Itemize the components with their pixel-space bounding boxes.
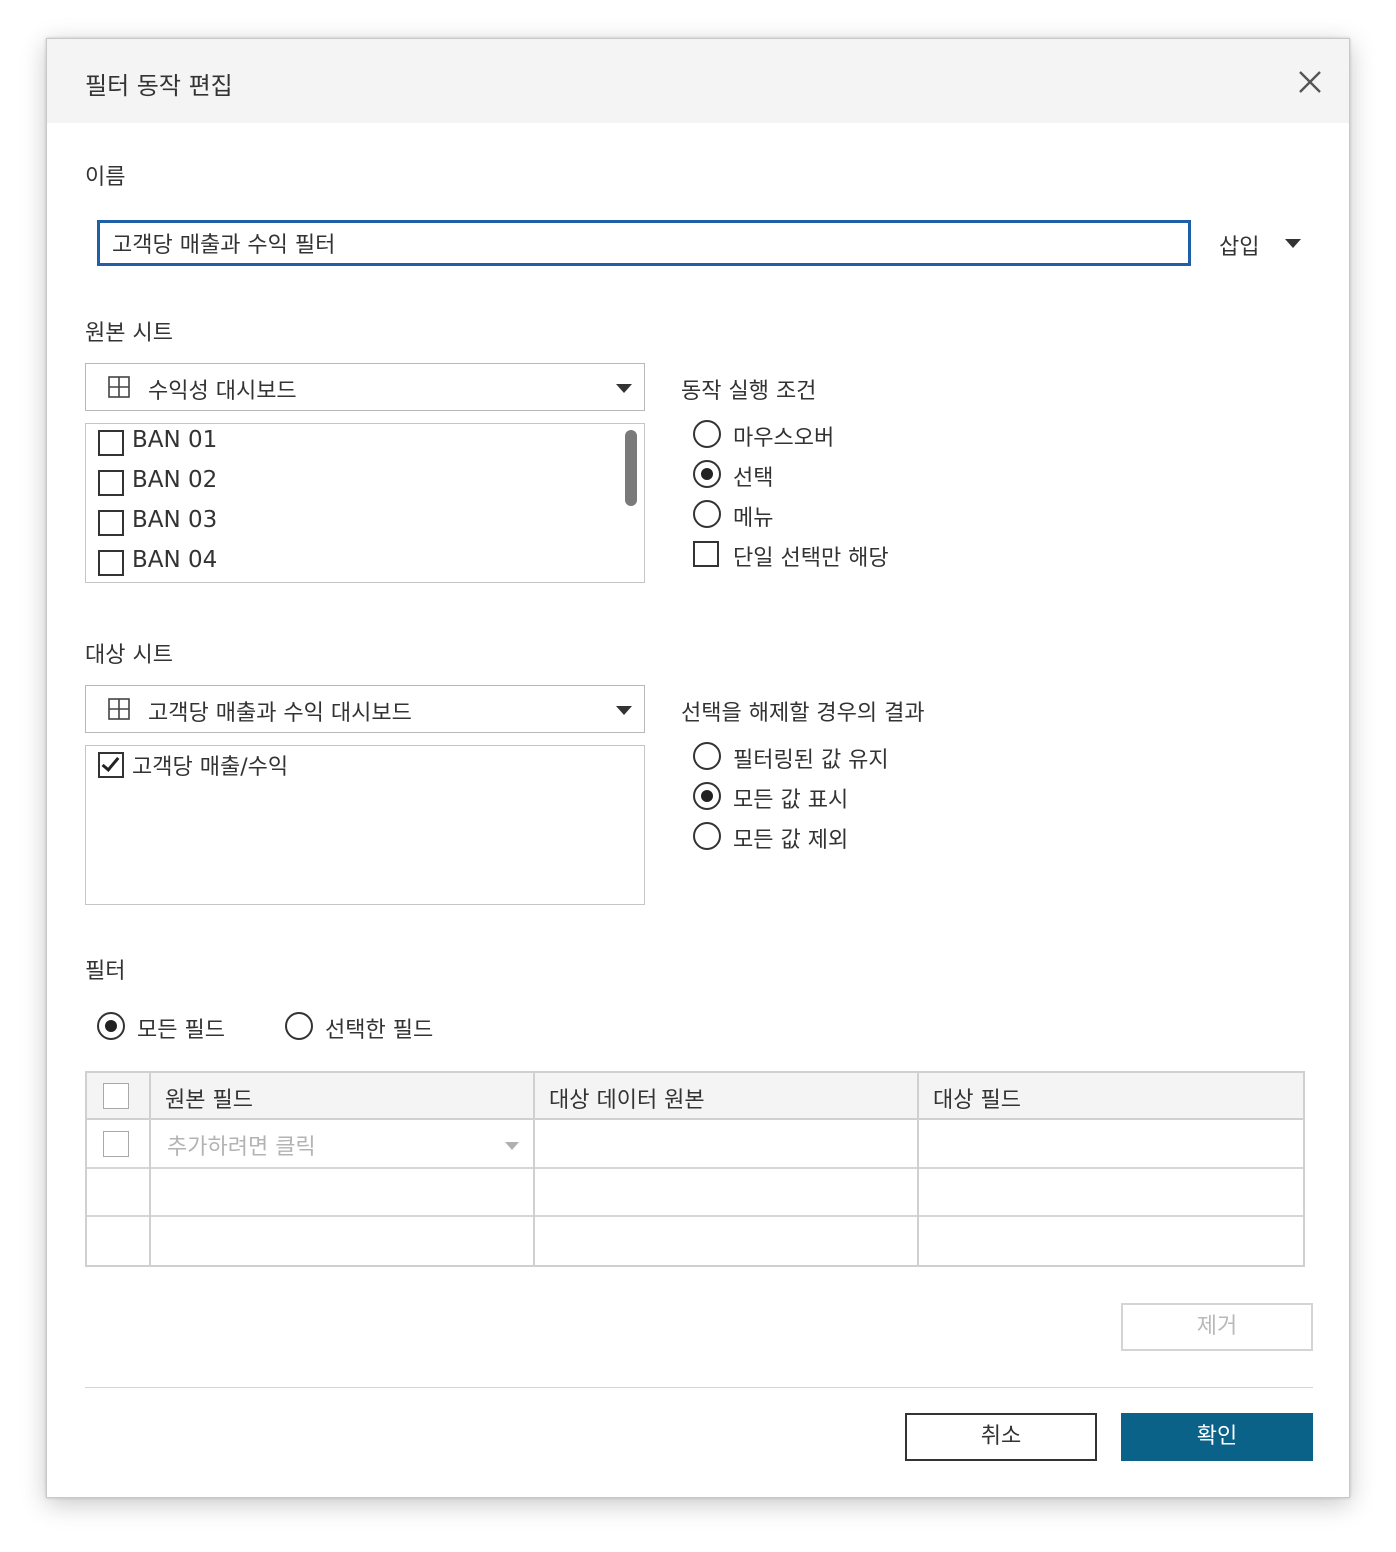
radio-label: 필터링된 값 유지 [733,748,889,773]
radio-label: 마우스오버 [733,426,835,451]
radio-label: 모든 값 표시 [733,788,849,813]
radio-label: 선택 [733,466,774,491]
single-select-checkbox[interactable] [693,541,719,567]
dashboard-grid-icon [108,376,130,398]
remove-button[interactable]: 제거 [1121,1303,1313,1351]
target-sheet-select[interactable]: 고객당 매출과 수익 대시보드 [85,685,645,733]
radio-button[interactable] [693,460,721,488]
dialog-header: 필터 동작 편집 [47,39,1349,123]
close-button[interactable] [1295,67,1325,97]
name-label: 이름 [85,165,126,190]
ok-button[interactable]: 확인 [1121,1413,1313,1461]
target-sheet-selected: 고객당 매출과 수익 대시보드 [148,701,412,726]
sheet-label: BAN 02 [132,467,218,493]
dialog-title: 필터 동작 편집 [85,72,233,100]
dashboard-grid-icon [108,698,130,720]
cancel-button[interactable]: 취소 [905,1413,1097,1461]
insert-label: 삽입 [1219,235,1260,260]
scrollbar-thumb[interactable] [625,430,637,506]
sheet-label: BAN 04 [132,547,218,573]
radio-button[interactable] [693,420,721,448]
sheet-label: BAN 01 [132,427,218,453]
column-header-target-data-source: 대상 데이터 원본 [549,1088,705,1113]
radio-label: 메뉴 [733,506,774,531]
source-sheet-selected: 수익성 대시보드 [148,379,297,404]
add-field-placeholder[interactable]: 추가하려면 클릭 [167,1129,316,1161]
target-sheets-label: 대상 시트 [85,643,173,668]
radio-button[interactable] [693,822,721,850]
radio-button[interactable] [693,782,721,810]
target-sheet-list: 고객당 매출/수익 [85,745,645,905]
column-header-source-field: 원본 필드 [165,1088,253,1113]
chevron-down-icon [1285,239,1301,248]
footer-divider [85,1387,1313,1388]
chevron-down-icon[interactable] [505,1142,519,1150]
insert-dropdown-button[interactable]: 삽입 [1217,227,1311,261]
name-input[interactable] [97,220,1191,266]
run-on-label: 동작 실행 조건 [681,379,817,404]
sheet-label: 고객당 매출/수익 [132,755,289,780]
filter-label: 필터 [85,959,126,984]
close-icon [1299,71,1321,93]
select-all-checkbox[interactable] [103,1083,129,1109]
sheet-label: BAN 03 [132,507,218,533]
sheet-checkbox[interactable] [98,510,124,536]
source-sheet-list: BAN 01 BAN 02 BAN 03 BAN 04 [85,423,645,583]
chevron-down-icon [616,706,632,715]
radio-button[interactable] [285,1012,313,1040]
source-sheets-label: 원본 시트 [85,321,173,346]
column-header-target-field: 대상 필드 [933,1088,1021,1113]
source-sheet-select[interactable]: 수익성 대시보드 [85,363,645,411]
radio-label: 선택한 필드 [325,1018,434,1043]
field-mapping-table: 원본 필드 대상 데이터 원본 대상 필드 추가하려면 클릭 [85,1071,1305,1267]
single-select-label: 단일 선택만 해당 [733,546,889,571]
radio-label: 모든 값 제외 [733,828,849,853]
radio-label: 모든 필드 [137,1018,225,1043]
chevron-down-icon [616,384,632,393]
radio-button[interactable] [97,1012,125,1040]
sheet-checkbox[interactable] [98,752,124,778]
sheet-checkbox[interactable] [98,470,124,496]
clearing-label: 선택을 해제할 경우의 결과 [681,701,925,726]
checkmark-icon [101,753,120,772]
radio-button[interactable] [693,742,721,770]
filter-action-dialog: 필터 동작 편집 이름 삽입 원본 시트 수익성 대시보드 BAN 01 [46,38,1350,1498]
sheet-checkbox[interactable] [98,550,124,576]
radio-button[interactable] [693,500,721,528]
sheet-checkbox[interactable] [98,430,124,456]
row-checkbox[interactable] [103,1131,129,1157]
